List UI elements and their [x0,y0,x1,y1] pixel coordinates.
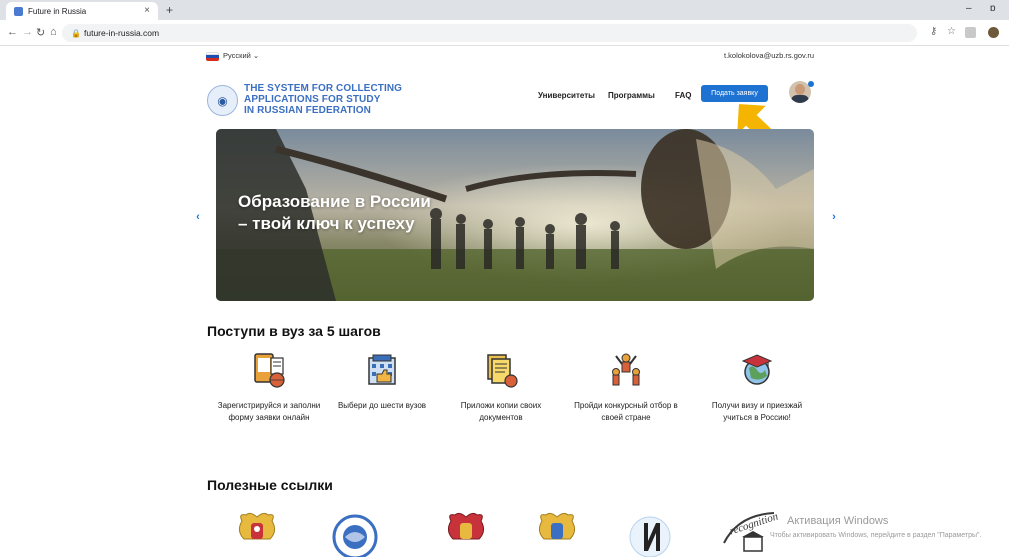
russian-coat-of-arms-icon[interactable] [441,509,491,557]
language-selector[interactable]: Русский ⌄ [223,51,259,60]
step-label: Выбери до шести вузов [337,401,427,410]
restore-window-button[interactable]: ɒ [990,3,996,14]
nav-universities[interactable]: Университеты [538,91,595,100]
browser-tab-strip: Future in Russia × + – ɒ [0,0,1009,20]
nav-programs[interactable]: Программы [608,91,655,100]
step-label: Приложи копии своих документов [460,401,542,422]
competition-people-icon [612,353,640,386]
page-content: Русский ⌄ t.kolokolova@uzb.rs.gov.ru ◉ T… [0,47,1009,557]
user-email: t.kolokolova@uzb.rs.gov.ru [723,51,814,60]
step-label: Пройди конкурсный отбор в своей стране [574,401,678,422]
windows-activation-hint: Чтобы активировать Windows, перейдите в … [770,532,982,539]
documents-icon [487,354,518,388]
profile-icon[interactable] [988,27,999,38]
forward-arrow-icon[interactable]: → [22,26,33,38]
hero-title: Образование в России – твой ключ к успех… [238,191,431,235]
windows-activation-watermark: Активация Windows [787,515,889,527]
bookmark-star-icon[interactable]: ☆ [947,26,956,37]
key-icon[interactable]: ⚷ [930,26,937,37]
tab-title: Future in Russia [28,6,87,16]
extension-icon[interactable] [965,27,976,38]
useful-links-title: Полезные ссылки [207,477,333,493]
logo-line-1: THE SYSTEM FOR COLLECTING [244,83,403,94]
home-icon[interactable]: ⌂ [50,26,57,38]
apply-button[interactable]: Подать заявку [701,85,768,102]
ministry-emblem-icon[interactable] [232,509,282,557]
carousel-prev-button[interactable]: ‹ [190,209,206,225]
minimize-window-button[interactable]: – [966,3,972,14]
russian-flag-icon [206,52,219,61]
reload-icon[interactable]: ↻ [36,26,45,39]
university-building-icon [368,354,396,385]
step-label: Зарегистрируйся и заполни форму заявки о… [217,401,321,422]
address-bar: ← → ↻ ⌂ 🔒 future-in-russia.com ⚷ ☆ [0,20,1009,46]
site-favicon-icon [14,6,23,16]
steps-title: Поступи в вуз за 5 шагов [207,323,381,339]
step-label: Получи визу и приезжай учиться в Россию! [711,401,803,422]
close-tab-icon[interactable]: × [144,5,150,16]
notification-dot [808,81,814,87]
top-info-bar: Русский ⌄ t.kolokolova@uzb.rs.gov.ru [206,50,814,64]
new-tab-button[interactable]: + [166,3,173,17]
hero-banner: Образование в России – твой ключ к успех… [216,129,814,301]
back-arrow-icon[interactable]: ← [7,26,18,38]
url-input[interactable]: 🔒 future-in-russia.com [62,24,917,42]
hero-title-line-1: Образование в России [238,192,431,211]
carousel-next-button[interactable]: › [826,209,842,225]
logo-line-3: IN RUSSIAN FEDERATION [244,105,371,116]
hero-title-line-2: – твой ключ к успеху [238,214,415,233]
lock-icon: 🔒 [71,29,81,38]
globe-logo-icon: ◉ [207,85,238,116]
browser-tab[interactable]: Future in Russia × [6,2,158,20]
graduation-globe-icon [741,354,773,385]
site-logo[interactable]: ◉ THE SYSTEM FOR COLLECTING APPLICATIONS… [207,83,437,123]
online-form-icon [254,353,285,388]
education-ministry-emblem-icon[interactable] [532,509,582,557]
url-text: future-in-russia.com [84,28,160,38]
info-center-logo-icon[interactable] [626,509,676,557]
logo-text: THE SYSTEM FOR COLLECTING APPLICATIONS F… [244,83,402,116]
rossotrudnichestvo-logo-icon[interactable] [330,509,380,557]
logo-line-2: APPLICATIONS FOR STUDY [244,94,381,105]
nav-faq[interactable]: FAQ [675,91,691,100]
